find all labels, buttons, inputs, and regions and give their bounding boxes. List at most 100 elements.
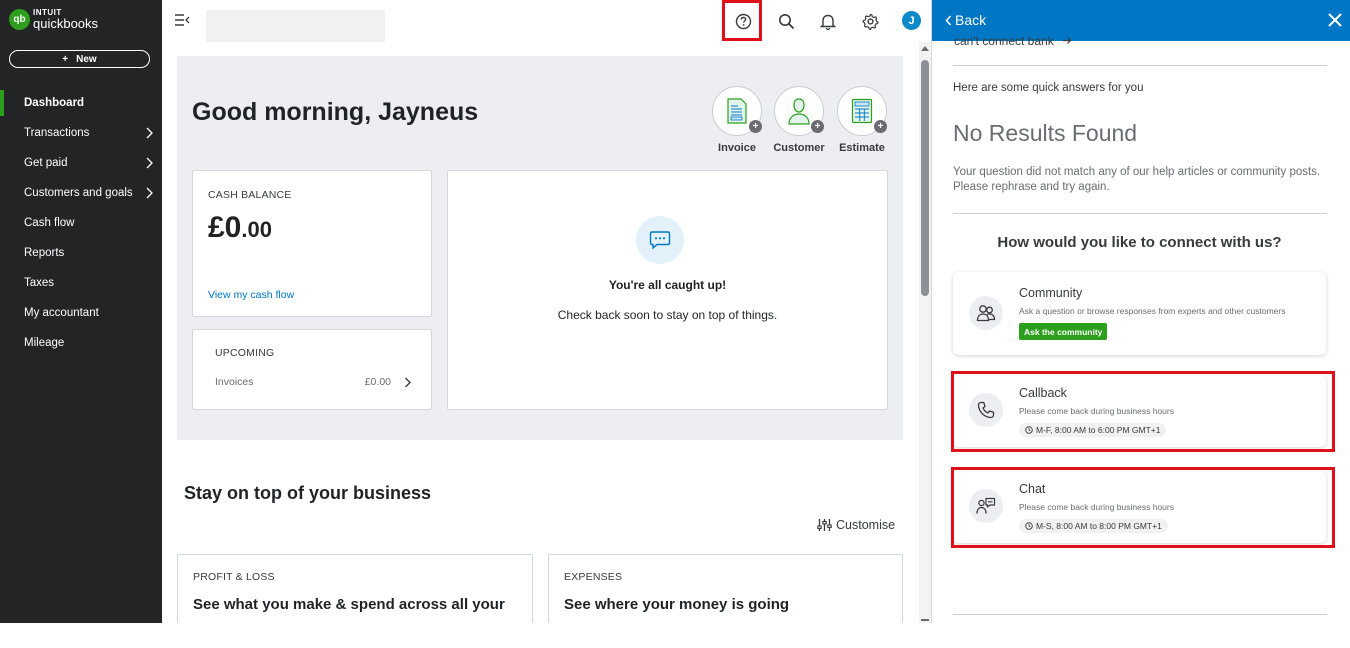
new-button[interactable]: + New — [9, 50, 150, 68]
upcoming-row-label: Invoices — [215, 376, 254, 388]
divider — [953, 65, 1327, 66]
previous-search-text[interactable]: can't connect bank — [954, 34, 1072, 48]
notifications-button[interactable] — [817, 10, 839, 32]
scroll-thumb[interactable] — [921, 60, 929, 296]
customer-icon-circle: + — [774, 86, 824, 136]
chat-option[interactable]: Chat Please come back during business ho… — [953, 470, 1326, 543]
phone-icon — [969, 393, 1003, 427]
scroll-up-arrow[interactable] — [921, 46, 929, 51]
gear-icon — [861, 13, 879, 30]
logo-quickbooks-text: quickbooks — [33, 16, 99, 31]
chat-hours-badge: M-S, 8:00 AM to 8:00 PM GMT+1 — [1019, 519, 1168, 533]
sidebar-item-label: Get paid — [24, 157, 68, 169]
quick-action-estimate[interactable]: + Estimate — [832, 86, 892, 154]
no-results-title: No Results Found — [953, 120, 1138, 146]
sidebar-item-label: Customers and goals — [24, 187, 133, 199]
quickbooks-logo-icon: qb — [9, 9, 30, 30]
profit-loss-label: PROFIT & LOSS — [193, 571, 275, 583]
chat-description: Please come back during business hours — [1019, 502, 1174, 512]
divider — [953, 213, 1327, 214]
quick-action-invoice[interactable]: + Invoice — [707, 86, 767, 154]
greeting-heading: Good morning, Jayneus — [192, 98, 479, 126]
callback-title: Callback — [1019, 386, 1067, 400]
sliders-icon — [817, 519, 832, 531]
bottom-strip — [0, 623, 1350, 648]
sidebar-item-customers-and-goals[interactable]: Customers and goals — [0, 178, 162, 208]
callback-hours-badge: M-F, 8:00 AM to 6:00 PM GMT+1 — [1019, 423, 1167, 437]
quickbooks-logo[interactable]: qb INTUIT quickbooks — [9, 9, 98, 30]
chevron-right-icon — [146, 187, 153, 199]
scroll-down-arrow[interactable] — [921, 619, 929, 621]
plus-icon: + — [874, 120, 887, 133]
logo-text: INTUIT quickbooks — [33, 9, 99, 31]
estimate-icon — [851, 98, 873, 124]
caught-up-card: You're all caught up! Check back soon to… — [447, 170, 888, 410]
ask-community-button[interactable]: Ask the community — [1019, 323, 1108, 340]
view-cash-flow-link[interactable]: View my cash flow — [208, 289, 294, 301]
sidebar-item-get-paid[interactable]: Get paid — [0, 148, 162, 178]
clock-icon — [1025, 522, 1033, 530]
close-icon[interactable] — [1327, 12, 1343, 28]
expenses-label: EXPENSES — [564, 571, 623, 583]
previous-search-label: can't connect bank — [954, 34, 1054, 48]
connect-title: How would you like to connect with us? — [997, 234, 1282, 251]
plus-icon: + — [811, 120, 824, 133]
invoice-icon-circle: + — [712, 86, 762, 136]
quick-action-customer[interactable]: + Customer — [769, 86, 829, 154]
chevron-right-icon — [405, 377, 411, 388]
dashboard-hero: Good morning, Jayneus + Invoice + Custom… — [177, 56, 903, 440]
profit-loss-card[interactable]: PROFIT & LOSS See what you make & spend … — [177, 554, 533, 623]
expenses-card[interactable]: EXPENSES See where your money is going — [548, 554, 903, 623]
bell-icon — [820, 14, 836, 30]
customise-label: Customise — [836, 518, 896, 532]
sidebar-item-taxes[interactable]: Taxes — [0, 268, 162, 298]
help-panel: Back can't connect bank Here are some qu… — [931, 0, 1350, 623]
company-name-placeholder — [206, 10, 385, 44]
caught-up-title: You're all caught up! — [608, 278, 727, 292]
callback-description: Please come back during business hours — [1019, 406, 1174, 416]
top-bar: J — [162, 0, 931, 44]
customer-icon — [788, 98, 810, 125]
chat-hours: M-S, 8:00 AM to 8:00 PM GMT+1 — [1036, 521, 1162, 531]
callback-option[interactable]: Callback Please come back during busines… — [953, 374, 1326, 447]
search-icon — [778, 13, 794, 29]
cash-amount-cents: .00 — [241, 217, 272, 242]
sidebar-item-my-accountant[interactable]: My accountant — [0, 298, 162, 328]
no-results-message: Your question did not match any of our h… — [953, 166, 1321, 193]
community-icon — [969, 296, 1003, 330]
sidebar-item-mileage[interactable]: Mileage — [0, 328, 162, 358]
collapse-menu-icon[interactable] — [174, 13, 190, 27]
profit-loss-title: See what you make & spend across all you… — [193, 596, 505, 613]
settings-button[interactable] — [859, 10, 881, 32]
app-window: qb INTUIT quickbooks + New Dashboard Tra… — [0, 0, 1350, 623]
cash-amount-main: £0 — [208, 211, 242, 244]
upcoming-invoices-row[interactable]: Invoices £0.00 — [215, 376, 413, 390]
community-title: Community — [1019, 286, 1083, 300]
chevron-right-icon — [146, 157, 153, 169]
sidebar-item-label: Cash flow — [24, 217, 75, 229]
sidebar-item-cash-flow[interactable]: Cash flow — [0, 208, 162, 238]
dashboard-main: Good morning, Jayneus + Invoice + Custom… — [162, 42, 919, 623]
cash-balance-label: CASH BALANCE — [208, 189, 292, 201]
new-button-label: New — [76, 53, 97, 65]
caught-up-subtitle: Check back soon to stay on top of things… — [557, 308, 778, 322]
search-button[interactable] — [775, 10, 797, 32]
sidebar-nav: Dashboard Transactions Get paid Customer… — [0, 88, 162, 358]
main-scrollbar[interactable] — [919, 42, 931, 623]
customise-button[interactable]: Customise — [817, 518, 895, 532]
community-option[interactable]: Community Ask a question or browse respo… — [953, 272, 1326, 355]
user-avatar[interactable]: J — [902, 11, 921, 30]
quick-action-label: Invoice — [718, 142, 756, 154]
chat-title: Chat — [1019, 482, 1046, 496]
sidebar-item-label: My accountant — [24, 307, 99, 319]
estimate-icon-circle: + — [837, 86, 887, 136]
sidebar-item-label: Transactions — [24, 127, 90, 139]
chat-bubble-icon — [636, 216, 684, 264]
back-button[interactable]: Back — [945, 12, 986, 28]
sidebar-item-reports[interactable]: Reports — [0, 238, 162, 268]
quick-action-label: Customer — [773, 142, 825, 154]
sidebar-item-label: Reports — [24, 247, 65, 259]
sidebar-item-transactions[interactable]: Transactions — [0, 118, 162, 148]
sidebar-item-label: Taxes — [24, 277, 55, 289]
sidebar-item-dashboard[interactable]: Dashboard — [0, 88, 162, 118]
